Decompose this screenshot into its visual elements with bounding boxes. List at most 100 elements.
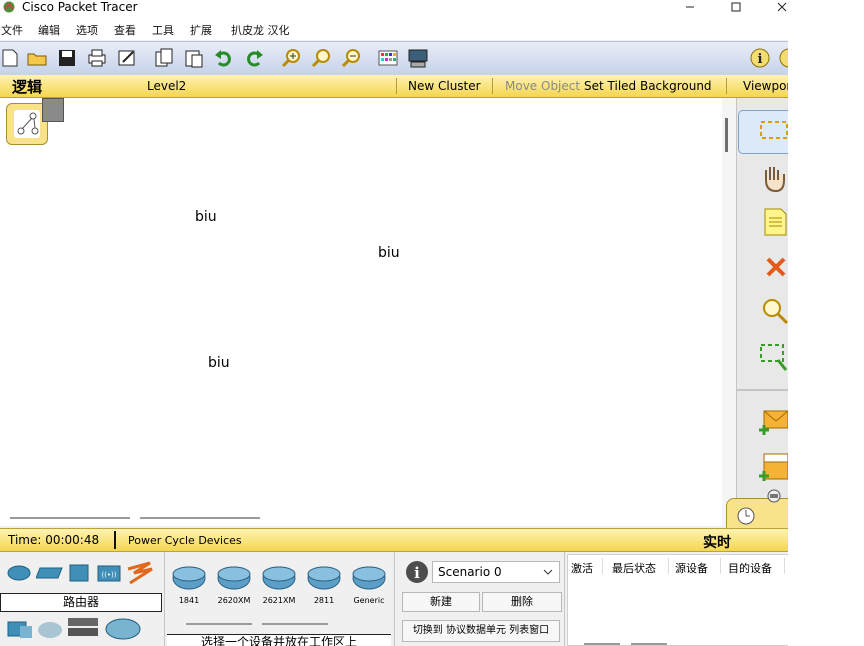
paste-icon[interactable] [183, 47, 205, 69]
set-tiled-background-button[interactable]: Set Tiled Background [584, 79, 712, 93]
scenario-select[interactable]: Scenario 0 [432, 561, 560, 583]
divider [394, 552, 395, 646]
switch-category-icon[interactable] [36, 566, 64, 580]
elapsed-time: Time: 00:00:48 [8, 533, 100, 547]
horizontal-scrollbar-thumb[interactable] [262, 623, 328, 625]
custom-devices-category-icon[interactable] [66, 614, 100, 642]
toggle-pdu-list-button[interactable]: 切换到 协议数据单元 列表窗口 [402, 620, 560, 642]
router-icon [172, 566, 206, 590]
title-bar: Cisco Packet Tracer [0, 0, 788, 20]
info-icon[interactable]: i [749, 47, 771, 69]
wireless-category-icon[interactable]: ((•)) [96, 563, 122, 583]
add-simple-pdu-icon[interactable] [756, 406, 788, 438]
undo-icon[interactable] [213, 47, 235, 69]
horizontal-scrollbar-thumb[interactable] [140, 517, 260, 519]
activity-wizard-icon[interactable] [116, 47, 138, 69]
logical-workspace-canvas[interactable]: biu biu biu [0, 98, 722, 526]
vertical-scrollbar[interactable] [722, 98, 736, 526]
divider [492, 78, 493, 94]
router-model-generic[interactable]: Generic [351, 564, 387, 606]
move-object-button[interactable]: Move Object [505, 79, 580, 93]
maximize-button[interactable] [726, 0, 746, 14]
menu-localization[interactable]: 扒皮龙 汉化 [231, 24, 290, 38]
hub-category-icon[interactable] [68, 563, 90, 583]
zoom-reset-icon[interactable] [310, 47, 332, 69]
router-model-2621xm[interactable]: 2621XM [261, 564, 297, 606]
power-cycle-devices-button[interactable]: Power Cycle Devices [128, 534, 242, 547]
column-header[interactable]: 源设备 [675, 560, 708, 576]
hand-icon[interactable] [760, 162, 788, 194]
menu-options[interactable]: 选项 [76, 24, 98, 38]
help-icon[interactable] [778, 47, 788, 69]
realtime-label: 实时 [703, 535, 731, 551]
info-icon[interactable]: i [404, 559, 430, 585]
divider [114, 531, 116, 549]
add-complex-pdu-icon[interactable] [756, 450, 788, 484]
level-label[interactable]: Level2 [147, 79, 186, 93]
router-icon [262, 566, 296, 590]
logical-workspace-bar: Level2 New Cluster Move Object Set Tiled… [0, 75, 788, 98]
scrollbar-thumb[interactable] [725, 118, 728, 152]
open-folder-icon[interactable] [26, 47, 48, 69]
logical-mode-label[interactable]: 逻辑 [12, 78, 42, 96]
device-hint-text: 选择一个设备并放在工作区上 [167, 634, 391, 646]
router-model-1841[interactable]: 1841 [171, 564, 207, 606]
divider [564, 552, 565, 646]
canvas-text-label[interactable]: biu [208, 355, 230, 371]
divider [396, 78, 397, 94]
viewport-button[interactable]: Viewpor [743, 79, 788, 93]
horizontal-scrollbar-thumb[interactable] [10, 517, 130, 519]
new-file-icon[interactable] [0, 47, 22, 69]
menu-tools[interactable]: 工具 [152, 24, 174, 38]
close-button[interactable] [772, 0, 788, 14]
router-model-2620xm[interactable]: 2620XM [216, 564, 252, 606]
menu-edit[interactable]: 编辑 [38, 24, 60, 38]
device-template-icon[interactable] [407, 47, 429, 69]
delete-scenario-button[interactable]: 删除 [482, 592, 562, 612]
canvas-text-label[interactable]: biu [195, 209, 217, 225]
canvas-text-label[interactable]: biu [378, 245, 400, 261]
end-devices-category-icon[interactable] [6, 618, 34, 642]
packet-tracer-logo-icon [3, 1, 15, 13]
zoom-in-icon[interactable] [280, 47, 302, 69]
router-icon [352, 566, 386, 590]
horizontal-scrollbar-thumb[interactable] [584, 643, 620, 645]
horizontal-scrollbar-thumb[interactable] [186, 623, 252, 625]
physical-mode-tab-icon[interactable] [42, 98, 64, 122]
new-scenario-button[interactable]: 新建 [402, 592, 480, 612]
new-cluster-button[interactable]: New Cluster [408, 79, 481, 93]
topology-icon [14, 110, 40, 138]
palette-icon[interactable] [377, 47, 399, 69]
select-tool-button[interactable] [738, 110, 788, 154]
divider [784, 558, 785, 574]
zoom-out-icon[interactable] [340, 47, 362, 69]
model-label: 2811 [313, 596, 335, 605]
router-model-2811[interactable]: 2811 [306, 564, 342, 606]
model-label: Generic [353, 596, 385, 605]
save-icon[interactable] [56, 47, 78, 69]
note-icon[interactable] [762, 206, 788, 238]
time-bar: Time: 00:00:48 Power Cycle Devices 实时 [0, 528, 788, 552]
minimize-button[interactable] [680, 0, 700, 14]
router-category-icon[interactable] [6, 564, 32, 582]
column-header[interactable]: 目的设备 [728, 560, 772, 576]
horizontal-scrollbar-thumb[interactable] [631, 643, 667, 645]
resize-shape-icon[interactable] [758, 340, 788, 372]
wan-emulation-category-icon[interactable] [36, 620, 64, 640]
delete-icon[interactable] [764, 256, 788, 278]
menu-view[interactable]: 查看 [114, 24, 136, 38]
window-title: Cisco Packet Tracer [22, 0, 138, 14]
menu-extensions[interactable]: 扩展 [190, 24, 212, 38]
copy-icon[interactable] [153, 47, 175, 69]
column-header[interactable]: 激活 [571, 560, 593, 576]
close-icon [777, 2, 787, 12]
inspect-icon[interactable] [760, 296, 788, 328]
redo-icon[interactable] [243, 47, 265, 69]
column-header[interactable]: 最后状态 [612, 560, 656, 576]
multiuser-connection-category-icon[interactable] [104, 616, 142, 642]
print-icon[interactable] [86, 47, 108, 69]
menu-file[interactable]: 文件 [1, 24, 23, 38]
svg-text:i: i [414, 564, 420, 582]
connections-category-icon[interactable] [126, 561, 154, 585]
simulation-mode-icon[interactable] [762, 486, 786, 506]
